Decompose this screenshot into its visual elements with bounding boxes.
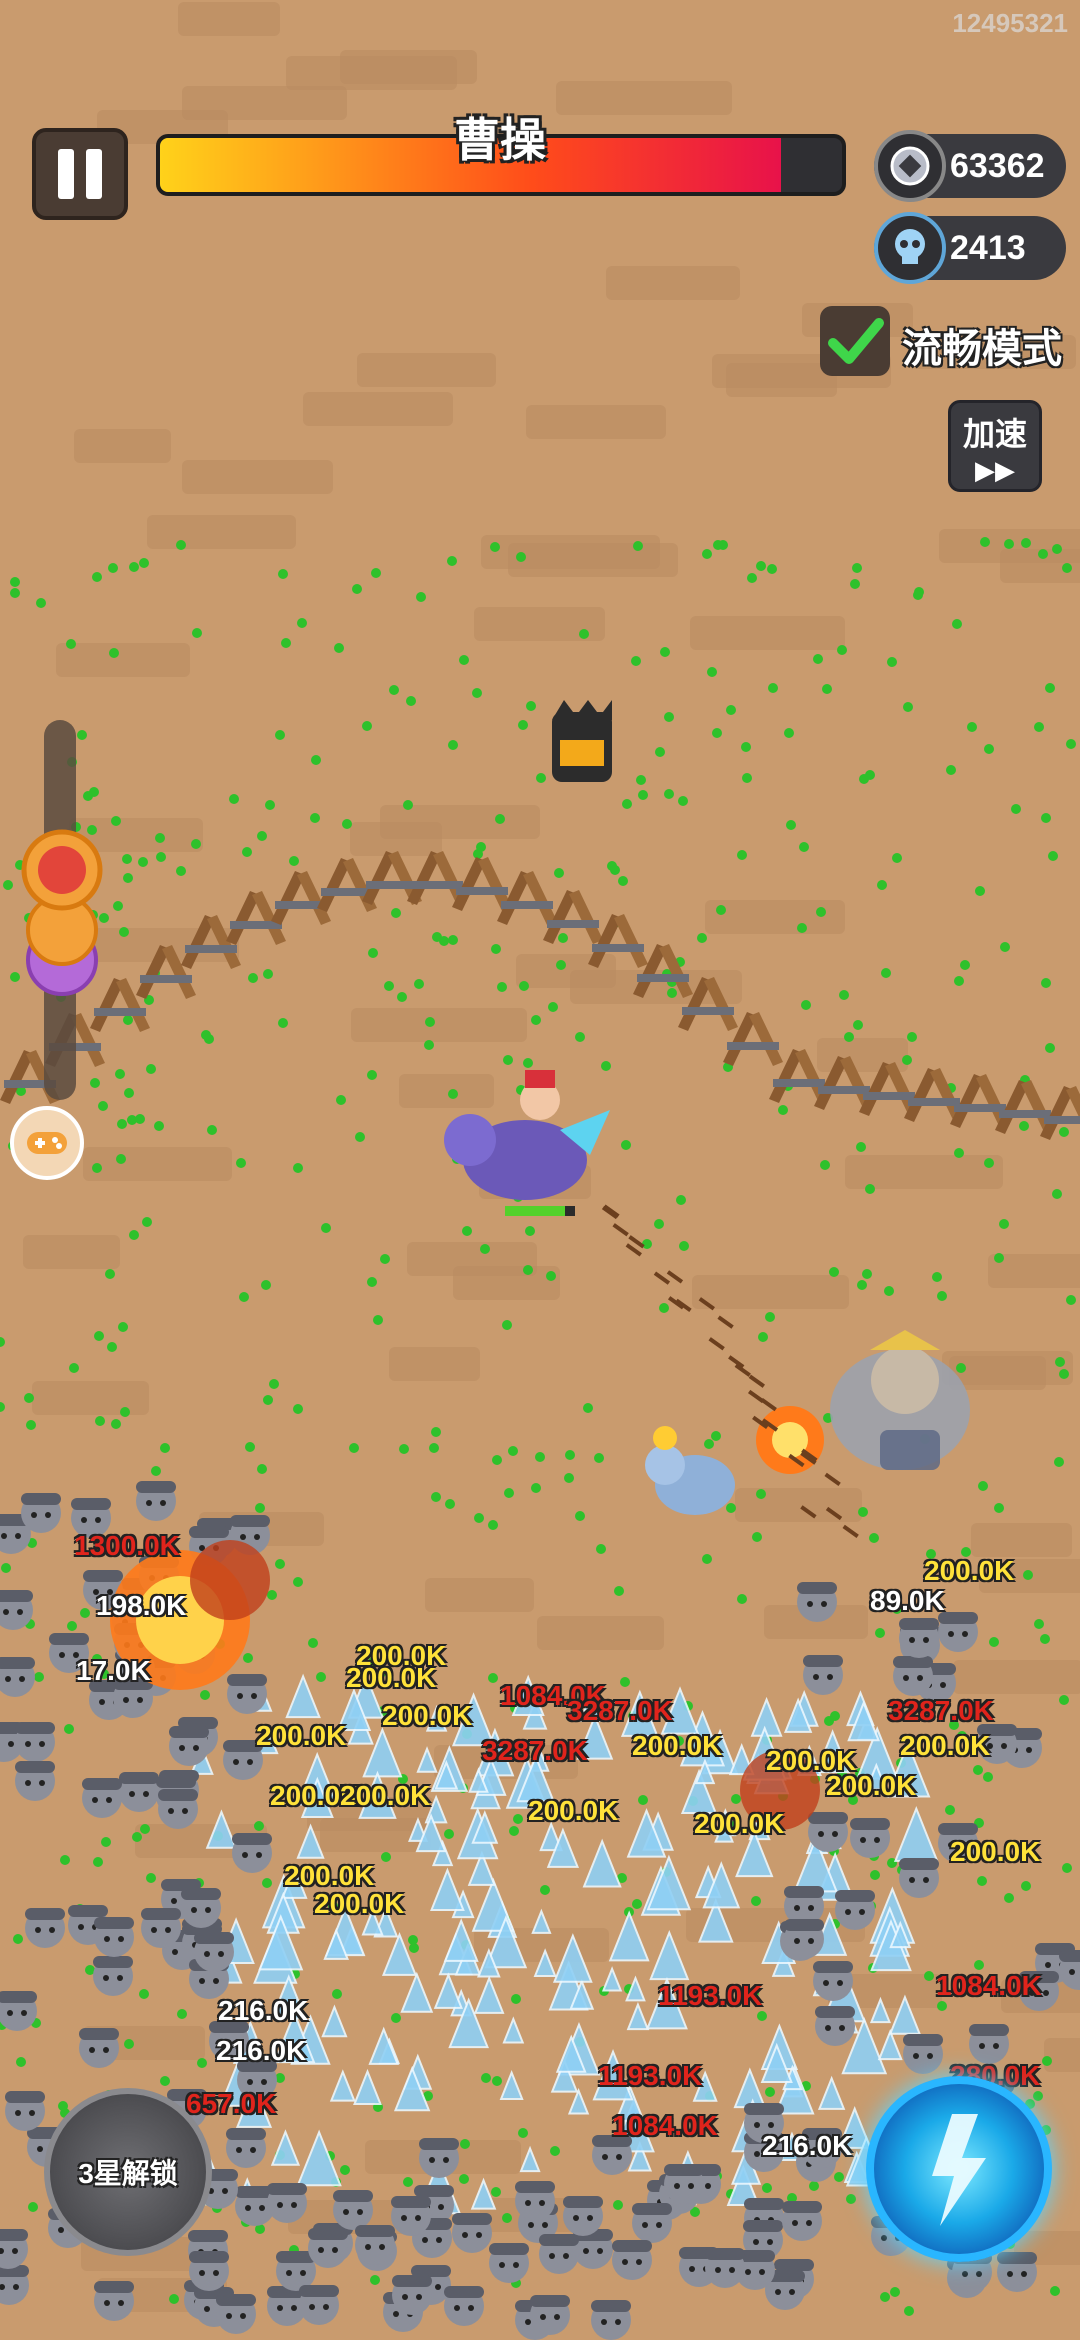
locked-skill-button[interactable]: 3星解锁 <box>44 2088 212 2256</box>
damage-number: 200.0K <box>314 1888 405 1919</box>
damage-number: 200.0K <box>382 1700 473 1731</box>
checkbox[interactable] <box>820 306 890 376</box>
gamepad-icon <box>27 1132 67 1154</box>
boss-name: 曹操 <box>454 114 546 166</box>
coin-counter: 63362 <box>874 130 1066 202</box>
fish-icon <box>38 846 86 894</box>
ally-pillar <box>552 700 612 782</box>
checkmark-icon <box>828 318 884 364</box>
smooth-mode-toggle[interactable]: 流畅模式 <box>820 306 1062 376</box>
elephant-ally <box>645 1426 735 1515</box>
player-id: 12495321 <box>952 8 1068 38</box>
damage-number: 1193.0K <box>598 2060 703 2091</box>
damage-number: 198.0K <box>96 1590 187 1621</box>
coin-icon <box>874 130 946 202</box>
damage-number: 3287.0K <box>888 1695 994 1726</box>
unlock-label: 3星解锁 <box>78 2158 178 2189</box>
pause-button[interactable] <box>32 128 128 220</box>
damage-number: 200.0K <box>950 1836 1041 1867</box>
kill-count: 2413 <box>950 228 1026 267</box>
speed-up-button[interactable]: 加速 ▶▶ <box>948 400 1042 492</box>
damage-number: 17.0K <box>76 1655 151 1686</box>
damage-number: 657.0K <box>186 2088 277 2119</box>
damage-number: 1300.0K <box>74 1530 180 1561</box>
damage-number: 200.0K <box>256 1720 347 1751</box>
damage-number: 216.0K <box>218 1995 309 2026</box>
kill-counter: 2413 <box>874 212 1066 284</box>
skull-icon <box>874 212 946 284</box>
pause-icon-bar <box>86 149 102 199</box>
fast-forward-icon: ▶▶ <box>975 455 1015 485</box>
damage-number: 1084.0K <box>936 1970 1042 2001</box>
damage-number: 200.0K <box>528 1795 619 1826</box>
pet-portraits <box>21 829 103 996</box>
damage-number: 89.0K <box>870 1585 945 1616</box>
damage-number: 200.0K <box>694 1808 785 1839</box>
damage-number: 200.0K <box>826 1770 917 1801</box>
lightning-icon <box>932 2114 986 2226</box>
damage-number: 200.0K <box>346 1662 437 1693</box>
coin-count: 63362 <box>950 146 1045 185</box>
damage-number: 216.0K <box>216 2035 307 2066</box>
damage-number: 1084.0K <box>612 2110 718 2141</box>
damage-number: 200.0K <box>632 1730 723 1761</box>
damage-number: 200.0K <box>924 1555 1015 1586</box>
pause-icon-bar <box>58 149 74 199</box>
speed-up-label: 加速 <box>962 416 1027 452</box>
damage-number: 3287.0K <box>567 1695 673 1726</box>
game-stage: 1300.0K 198.0K 17.0K 200.0K 200.0K 200.0K 1084… <box>0 0 1080 2340</box>
damage-number: 1193.0K <box>658 1980 763 2011</box>
lightning-skill-button[interactable] <box>866 2076 1052 2262</box>
damage-number: 200.0K <box>340 1780 431 1811</box>
smooth-mode-label: 流畅模式 <box>902 327 1062 371</box>
gamepad-button[interactable] <box>10 1106 84 1180</box>
damage-number: 3287.0K <box>482 1735 588 1766</box>
damage-number: 216.0K <box>762 2130 853 2161</box>
damage-number: 200.0K <box>900 1730 991 1761</box>
